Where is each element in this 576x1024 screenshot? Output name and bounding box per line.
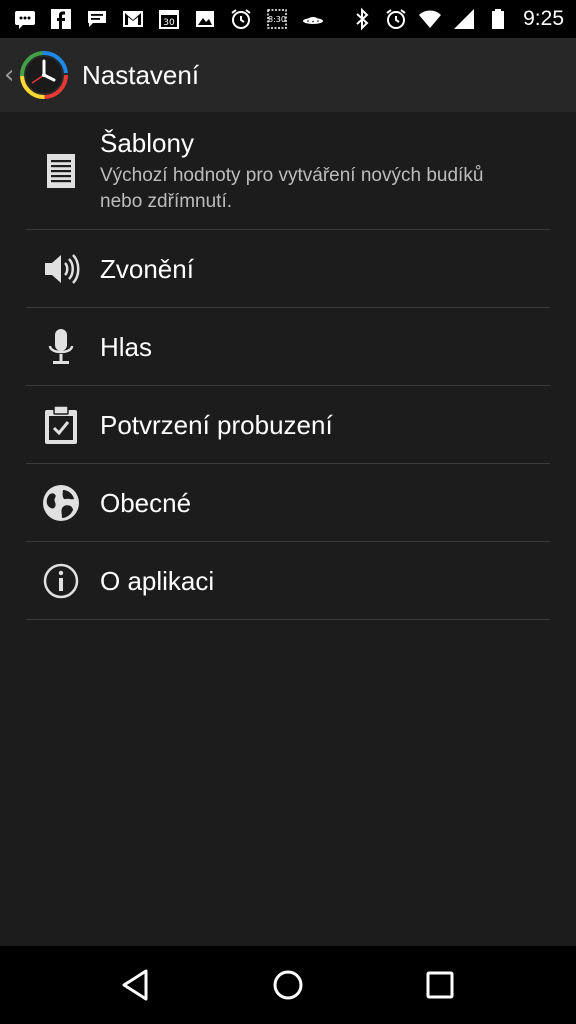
settings-item-title: Hlas [100, 331, 153, 362]
back-button[interactable] [106, 955, 166, 1015]
notification-icons: 30 8:30 [12, 6, 326, 32]
settings-item-text: Šablony Výchozí hodnoty pro vytváření no… [100, 127, 520, 215]
document-icon [26, 150, 96, 192]
microphone-icon [26, 326, 96, 368]
settings-item-text: Zvonění [100, 253, 194, 285]
app-logo-icon [20, 51, 68, 99]
svg-text:30: 30 [163, 18, 175, 28]
settings-list: Šablony Výchozí hodnoty pro vytváření no… [0, 112, 576, 620]
settings-item-ringing[interactable]: Zvonění [26, 230, 550, 308]
calendar-icon: 30 [156, 6, 182, 32]
settings-item-general[interactable]: Obecné [26, 464, 550, 542]
alarm-icon [228, 6, 254, 32]
messages-icon [12, 6, 38, 32]
signal-icon [451, 6, 477, 32]
settings-item-title: Zvonění [100, 253, 194, 284]
settings-item-voice[interactable]: Hlas [26, 308, 550, 386]
recents-button[interactable] [410, 955, 470, 1015]
navigation-bar [0, 946, 576, 1024]
gmail-icon [120, 6, 146, 32]
clock-icon: 8:30 [264, 6, 290, 32]
bluetooth-icon [349, 6, 375, 32]
recents-icon [426, 971, 454, 999]
back-icon [122, 969, 148, 1001]
home-icon [273, 970, 303, 1000]
settings-item-summary: Výchozí hodnoty pro vytváření nových bud… [100, 164, 484, 212]
battery-icon [485, 6, 511, 32]
ufo-icon [300, 6, 326, 32]
settings-item-title: Šablony [100, 127, 194, 158]
app-bar: ‹ Nastavení [0, 38, 576, 112]
alarm-icon [383, 6, 409, 32]
gallery-icon [192, 6, 218, 32]
globe-icon [26, 482, 96, 524]
settings-item-templates[interactable]: Šablony Výchozí hodnoty pro vytváření no… [26, 112, 550, 230]
settings-item-wake-confirm[interactable]: Potvrzení probuzení [26, 386, 550, 464]
status-bar: 30 8:30 9:25 [0, 0, 576, 38]
info-icon [26, 560, 96, 602]
settings-item-text: Potvrzení probuzení [100, 409, 333, 441]
settings-item-about[interactable]: O aplikaci [26, 542, 550, 620]
wifi-icon [417, 6, 443, 32]
chevron-left-icon: ‹ [4, 60, 15, 90]
settings-item-text: Obecné [100, 487, 191, 519]
svg-text:8:30: 8:30 [268, 15, 286, 24]
settings-item-text: Hlas [100, 331, 152, 363]
speaker-icon [26, 248, 96, 290]
clipboard-check-icon [26, 404, 96, 446]
settings-item-title: Obecné [100, 487, 192, 518]
up-button[interactable]: ‹ [0, 38, 76, 112]
facebook-icon [48, 6, 74, 32]
page-title: Nastavení [82, 59, 200, 90]
home-button[interactable] [258, 955, 318, 1015]
status-time: 9:25 [523, 7, 564, 30]
settings-item-text: O aplikaci [100, 565, 214, 597]
settings-item-title: O aplikaci [100, 565, 215, 596]
system-icons: 9:25 [349, 6, 564, 32]
chat-icon [84, 6, 110, 32]
settings-item-title: Potvrzení probuzení [100, 409, 333, 440]
